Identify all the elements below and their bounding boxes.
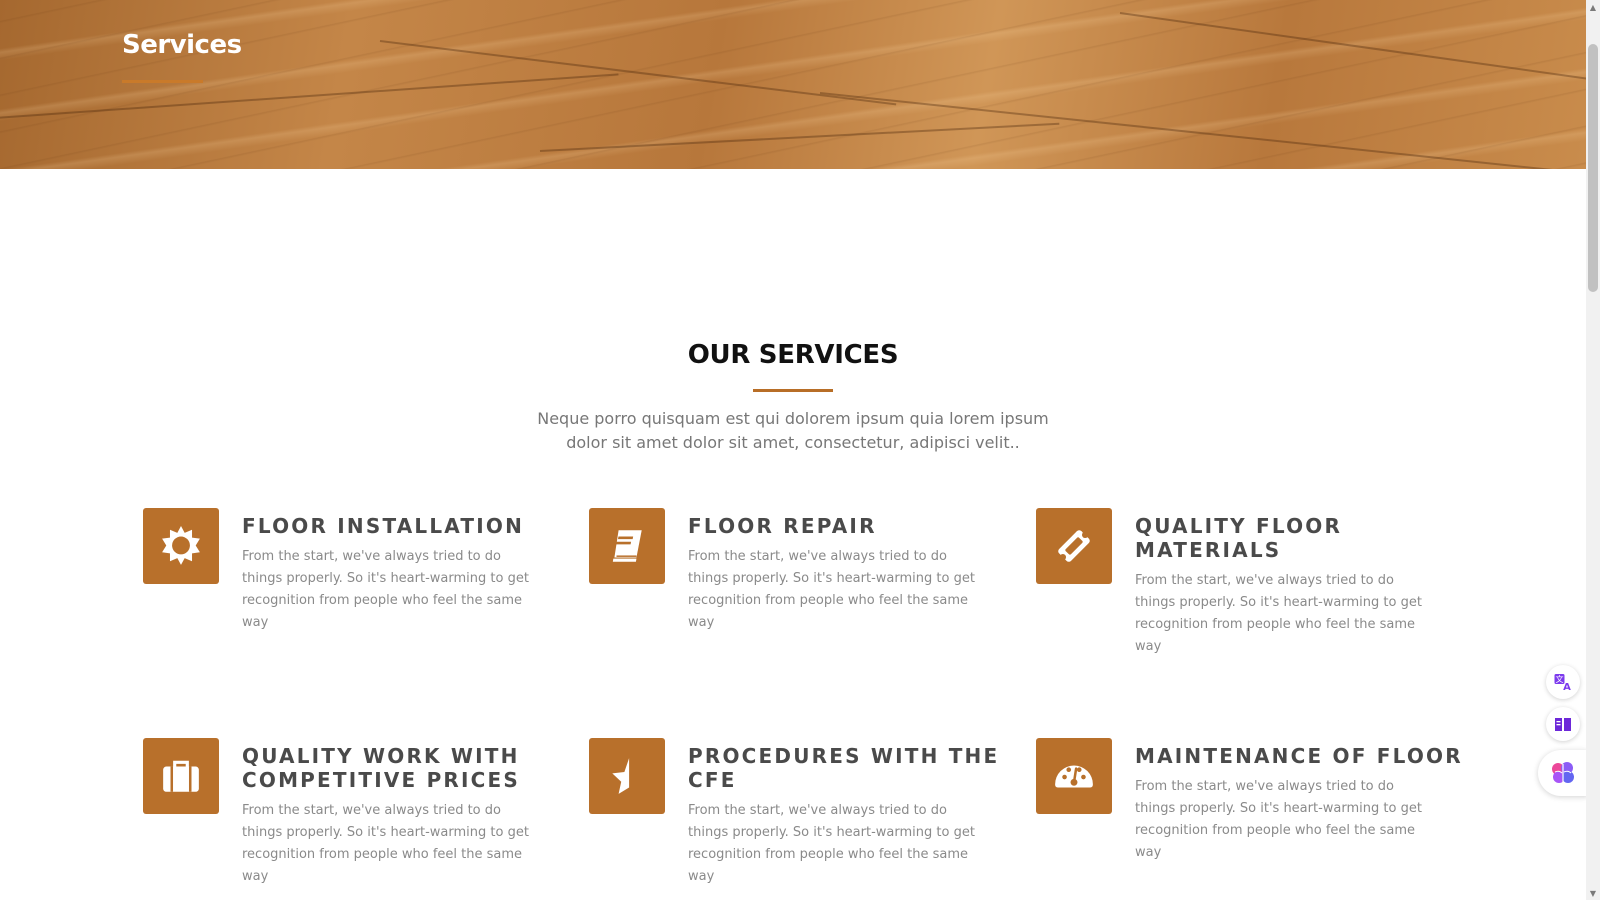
service-title: MAINTENANCE OF FLOOR [1135,744,1463,768]
page-title: Services [122,30,242,60]
scroll-down-arrow-icon[interactable]: ▼ [1586,886,1600,900]
section-title: OUR SERVICES [687,340,899,370]
svg-text:A: A [1563,682,1571,692]
sun-icon [143,508,219,584]
briefcase-icon [143,738,219,814]
brain-icon [1552,762,1574,783]
service-title: FLOOR INSTALLATION [242,514,525,538]
hero-banner: Services [0,0,1586,169]
page-title-underline [122,80,203,83]
service-description: From the start, we've always tried to do… [688,803,975,884]
service-title: PROCEDURES WITH THE CFE [688,744,1000,792]
service-title: QUALITY FLOOR MATERIALS [1135,514,1343,562]
scrollbar-thumb[interactable] [1588,44,1598,292]
section-divider [753,389,833,392]
service-title: FLOOR REPAIR [688,514,877,538]
translate-icon: 文 A [1554,674,1571,692]
service-description: From the start, we've always tried to do… [242,803,529,884]
reader-widget-button[interactable] [1546,707,1580,741]
service-description: From the start, we've always tried to do… [242,549,529,630]
section-subtitle: Neque porro quisquam est qui dolorem ips… [537,409,1049,452]
assistant-widget-button[interactable] [1538,750,1588,796]
dashboard-icon [1036,738,1112,814]
star-half-icon [589,738,665,814]
service-description: From the start, we've always tried to do… [688,549,975,630]
translate-widget-button[interactable]: 文 A [1546,665,1580,699]
reader-book-icon [1555,718,1571,731]
scroll-up-arrow-icon[interactable]: ▲ [1586,0,1600,14]
book-icon [589,508,665,584]
service-description: From the start, we've always tried to do… [1135,573,1422,654]
page-scrollbar[interactable]: ▲ ▼ [1586,0,1600,900]
service-title: QUALITY WORK WITH COMPETITIVE PRICES [242,744,521,792]
service-description: From the start, we've always tried to do… [1135,779,1422,860]
ticket-icon [1036,508,1112,584]
